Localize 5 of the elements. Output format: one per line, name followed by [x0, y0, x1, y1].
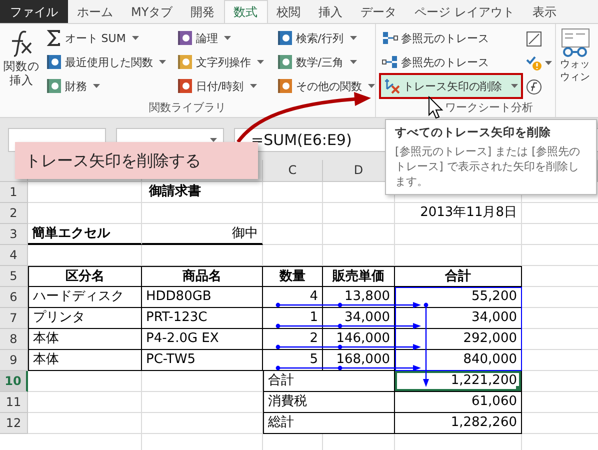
tooltip-text: [参照元のトレース] または [参照先のトレース] で表示された矢印を削除します。: [395, 144, 581, 189]
tooltip-title: すべてのトレース矢印を削除: [395, 125, 552, 140]
group-label: 関数ライブラリ: [149, 101, 226, 116]
group-label: ワークシート分析: [445, 101, 534, 116]
callout-tooltip: トレース矢印を削除する: [15, 142, 258, 179]
